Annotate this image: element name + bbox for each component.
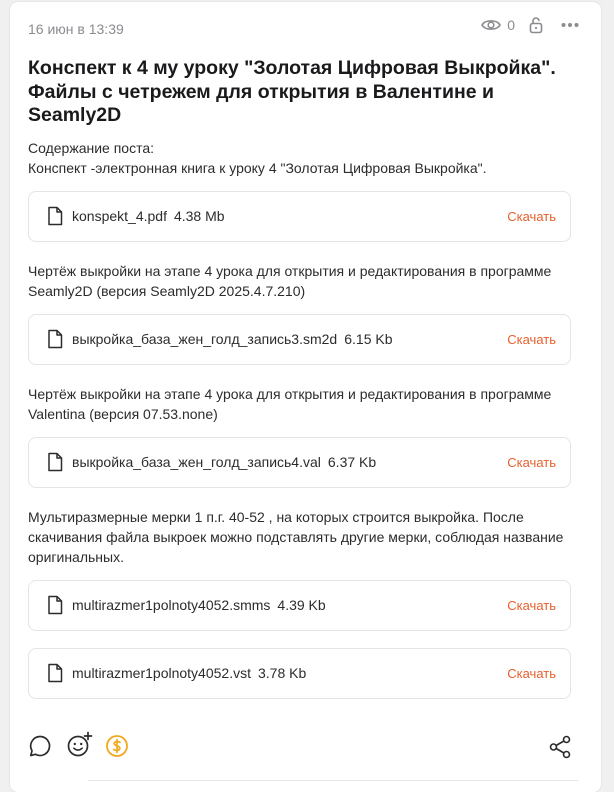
download-button[interactable]: Скачать bbox=[507, 598, 556, 613]
download-button[interactable]: Скачать bbox=[507, 666, 556, 681]
post-top-actions: 0 bbox=[481, 16, 579, 34]
more-icon[interactable] bbox=[561, 22, 579, 28]
file-attachment[interactable]: выкройка_база_жен_голд_запись3.sm2d 6.15 … bbox=[28, 314, 571, 365]
file-size: 6.37 Kb bbox=[327, 454, 377, 470]
post-paragraph: Чертёж выкройки на этапе 4 урока для отк… bbox=[28, 386, 552, 422]
file-attachment[interactable]: multirazmer1polnoty4052.smms 4.39 Kb Скач… bbox=[28, 580, 571, 631]
document-icon bbox=[47, 663, 63, 688]
download-button[interactable]: Скачать bbox=[507, 332, 556, 347]
post-paragraph: Чертёж выкройки на этапе 4 урока для отк… bbox=[28, 263, 552, 299]
file-attachment[interactable]: konspekt_4.pdf 4.38 Mb Скачать bbox=[28, 191, 571, 242]
views-count: 0 bbox=[507, 17, 515, 33]
file-size: 6.15 Kb bbox=[344, 331, 393, 347]
file-name: multirazmer1polnoty4052.vst 3.78 Kb bbox=[72, 665, 307, 681]
file-size: 4.39 Kb bbox=[277, 597, 326, 613]
file-attachment[interactable]: выкройка_база_жен_голд_запись4.val 6.37 K… bbox=[28, 437, 571, 488]
document-icon bbox=[47, 206, 63, 231]
post-date: 16 июн в 13:39 bbox=[28, 21, 124, 37]
lock-icon[interactable] bbox=[529, 16, 543, 34]
post-actions-bar bbox=[28, 731, 571, 764]
file-name: выкройка_база_жен_голд_запись4.val 6.37 K… bbox=[72, 454, 377, 470]
document-icon bbox=[47, 595, 63, 620]
post-content: Содержание поста: Конспект -электронная … bbox=[28, 138, 588, 178]
post-paragraph: Мультиразмерные мерки 1 п.г. 40-52 , на … bbox=[28, 509, 564, 565]
post-card: 16 июн в 13:39 0 Конспект к 4 му уроку "… bbox=[10, 2, 601, 792]
file-size: 4.38 Mb bbox=[173, 208, 225, 224]
post-title: Конспект к 4 му уроку "Золотая Цифровая … bbox=[28, 57, 556, 126]
add-reaction-icon[interactable] bbox=[67, 731, 93, 763]
document-icon bbox=[47, 452, 63, 477]
eye-icon bbox=[481, 18, 502, 32]
share-icon[interactable] bbox=[549, 735, 571, 764]
content-heading: Содержание поста: bbox=[28, 140, 155, 156]
file-name: выкройка_база_жен_голд_запись3.sm2d 6.15 … bbox=[72, 331, 393, 347]
document-icon bbox=[47, 329, 63, 354]
file-name: multirazmer1polnoty4052.smms 4.39 Kb bbox=[72, 597, 326, 613]
file-attachment[interactable]: multirazmer1polnoty4052.vst 3.78 Kb Скача… bbox=[28, 648, 571, 699]
content-line: Конспект -электронная книга к уроку 4 "З… bbox=[28, 160, 487, 176]
file-name: konspekt_4.pdf 4.38 Mb bbox=[72, 208, 225, 224]
comment-icon[interactable] bbox=[28, 734, 52, 763]
download-button[interactable]: Скачать bbox=[507, 455, 556, 470]
download-button[interactable]: Скачать bbox=[507, 209, 556, 224]
divider bbox=[88, 780, 578, 781]
donate-icon[interactable] bbox=[105, 734, 129, 763]
file-size: 3.78 Kb bbox=[257, 665, 307, 681]
